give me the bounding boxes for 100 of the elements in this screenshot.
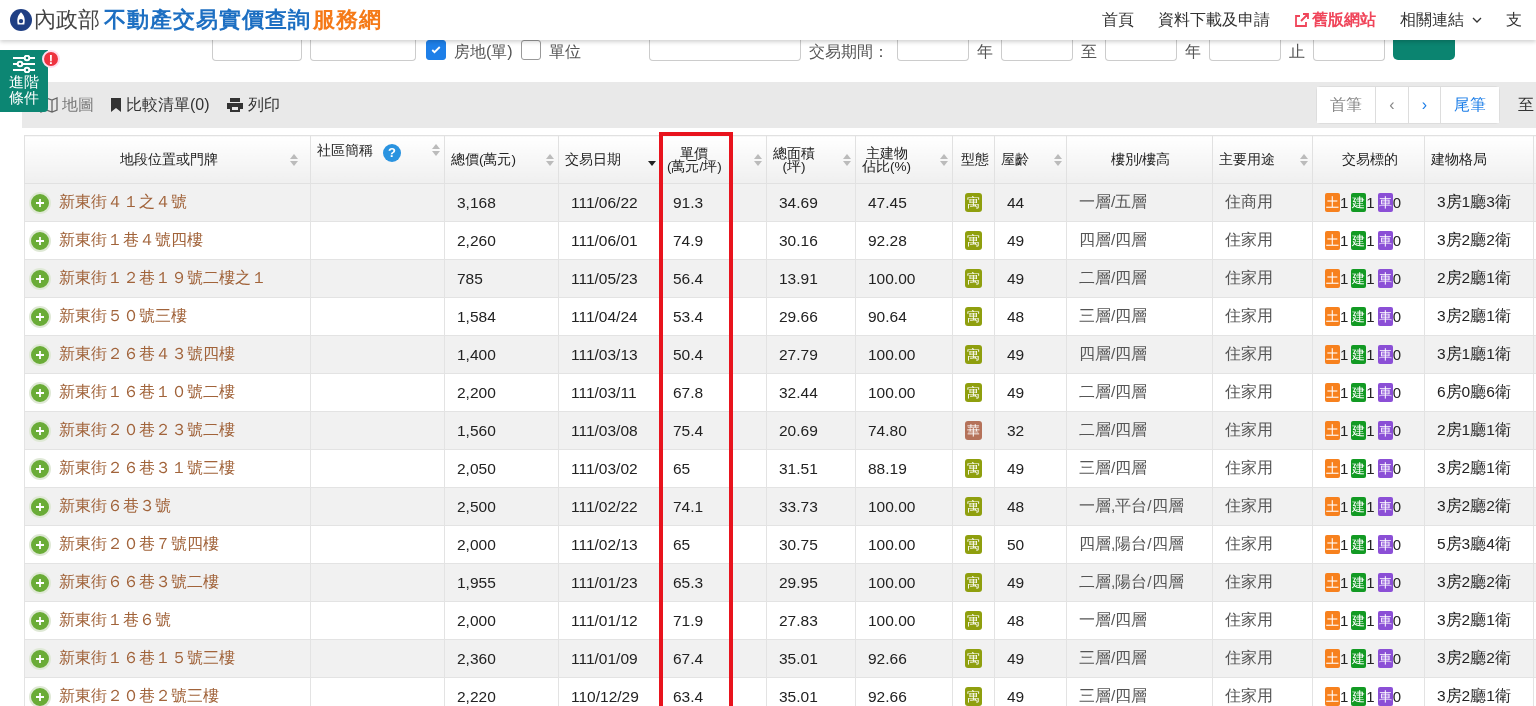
deal-count: 1 xyxy=(1340,422,1349,439)
column-header[interactable]: 交易標的 xyxy=(1341,153,1398,166)
sort-icon[interactable] xyxy=(843,153,851,166)
sort-icon[interactable] xyxy=(290,153,298,166)
column-header[interactable]: 交易日期 xyxy=(565,153,621,166)
table-cell: 二層,陽台/四層 xyxy=(1079,573,1184,590)
sort-icon[interactable] xyxy=(432,143,440,156)
column-header[interactable]: 屋齡 xyxy=(1001,153,1029,166)
sort-icon[interactable] xyxy=(546,153,554,166)
expand-icon[interactable] xyxy=(29,457,51,480)
column-header[interactable]: 總面積 xyxy=(773,146,815,160)
goto-label: 至 xyxy=(1518,94,1534,115)
checkbox[interactable] xyxy=(426,40,446,60)
table-cell: 住家用 xyxy=(1225,535,1273,552)
deal-tag: 土 xyxy=(1325,611,1340,630)
deal-count: 1 xyxy=(1366,688,1375,705)
table-cell: 二層/四層 xyxy=(1079,421,1148,438)
nav-link[interactable]: 首頁 xyxy=(1102,9,1134,31)
expand-icon[interactable] xyxy=(29,495,51,518)
expand-icon[interactable] xyxy=(29,647,51,670)
table-cell: 3房2廳1衛 xyxy=(1437,307,1511,324)
table-cell: 3,168 xyxy=(457,193,496,211)
nav-link[interactable]: 資料下載及申請 xyxy=(1158,9,1270,31)
column-header[interactable]: 主建物 xyxy=(865,146,908,160)
table-cell: 三層/四層 xyxy=(1079,459,1148,476)
nav-link[interactable]: 支 xyxy=(1506,9,1522,31)
table-cell: 1,955 xyxy=(457,573,496,591)
column-header[interactable]: 主要用途 xyxy=(1219,153,1275,166)
nav-link[interactable]: 舊版網站 xyxy=(1294,9,1376,31)
deal-tag: 土 xyxy=(1325,535,1340,554)
nav-dropdown[interactable]: 相關連結 xyxy=(1400,9,1482,31)
table-cell: 49 xyxy=(1007,269,1025,287)
column-header[interactable]: 建物格局 xyxy=(1431,153,1487,166)
expand-icon[interactable] xyxy=(29,381,51,404)
deal-count: 1 xyxy=(1366,612,1375,629)
type-badge: 寓 xyxy=(965,611,982,630)
expand-icon[interactable] xyxy=(29,343,51,366)
expand-icon[interactable] xyxy=(29,685,51,706)
table-cell: 33.73 xyxy=(779,497,818,515)
deal-tag: 土 xyxy=(1325,345,1340,364)
column-header[interactable]: (萬元/坪) xyxy=(667,159,722,173)
table-cell: 47.45 xyxy=(868,193,907,211)
site-title: 不動產交易實價查詢 xyxy=(104,6,311,34)
column-header[interactable]: 單價 xyxy=(680,146,709,160)
deal-count: 1 xyxy=(1340,232,1349,249)
table-cell: 111/01/23 xyxy=(571,573,638,591)
column-header[interactable]: (坪) xyxy=(782,159,806,173)
column-header[interactable]: 樓別/樓高 xyxy=(1110,153,1171,166)
expand-icon[interactable] xyxy=(29,609,51,632)
expand-icon[interactable] xyxy=(29,267,51,290)
column-header[interactable]: 佔比(%) xyxy=(862,159,911,173)
table-cell: 2,260 xyxy=(457,231,496,249)
sort-icon[interactable] xyxy=(1054,153,1062,166)
table-cell: 住家用 xyxy=(1225,649,1273,666)
deal-count: 0 xyxy=(1392,384,1402,401)
table-cell: 110/12/29 xyxy=(571,687,639,705)
table-cell: 111/04/24 xyxy=(571,307,638,325)
column-header[interactable]: 地段位置或門牌 xyxy=(119,153,218,166)
search-button[interactable] xyxy=(1392,38,1455,60)
deal-tag: 建 xyxy=(1351,573,1367,592)
table-cell: 住家用 xyxy=(1225,611,1273,628)
checkbox[interactable] xyxy=(520,40,541,60)
table-cell: 67.4 xyxy=(673,649,704,667)
deal-tag: 土 xyxy=(1325,231,1340,250)
check-icon xyxy=(430,44,442,56)
column-header[interactable]: 社區簡稱 xyxy=(317,143,373,157)
column-header[interactable]: 總價(萬元) xyxy=(451,153,516,166)
deal-count: 1 xyxy=(1366,308,1375,325)
expand-icon[interactable] xyxy=(29,191,51,214)
table-cell: 67.8 xyxy=(673,383,704,401)
deal-count: 1 xyxy=(1366,650,1375,667)
table-cell: 31.51 xyxy=(779,459,818,477)
expand-icon[interactable] xyxy=(29,305,51,328)
table-cell: 111/02/13 xyxy=(571,535,638,553)
deal-tag: 建 xyxy=(1351,383,1367,402)
table-cell: 74.80 xyxy=(868,421,907,439)
advanced-filter-button[interactable]: 進階條件 xyxy=(0,50,48,112)
table-cell: 100.00 xyxy=(868,497,916,515)
toolbar-link[interactable]: 列印 xyxy=(225,94,280,116)
sort-icon[interactable] xyxy=(940,153,948,166)
table-cell: 50.4 xyxy=(673,345,704,363)
table-cell: 49 xyxy=(1007,573,1025,591)
column-header[interactable]: 型態 xyxy=(960,153,989,166)
toolbar-link[interactable]: 比較清單(0) xyxy=(110,94,210,116)
sort-icon[interactable] xyxy=(754,153,762,166)
expand-icon[interactable] xyxy=(29,419,51,442)
table-cell: 100.00 xyxy=(868,383,916,401)
deal-tag: 土 xyxy=(1325,269,1340,288)
table-cell: 100.00 xyxy=(868,345,916,363)
deal-count: 0 xyxy=(1392,422,1402,439)
deal-count: 0 xyxy=(1392,688,1402,705)
table-cell: 32.44 xyxy=(779,383,818,401)
filter-label: 年 xyxy=(1184,44,1201,60)
deal-tag: 車 xyxy=(1377,193,1393,212)
expand-icon[interactable] xyxy=(29,533,51,556)
table-cell: 三層/四層 xyxy=(1079,307,1148,324)
expand-icon[interactable] xyxy=(29,571,51,594)
chevron-down-icon xyxy=(1472,17,1482,23)
expand-icon[interactable] xyxy=(29,229,51,252)
sort-icon[interactable] xyxy=(1300,153,1308,166)
